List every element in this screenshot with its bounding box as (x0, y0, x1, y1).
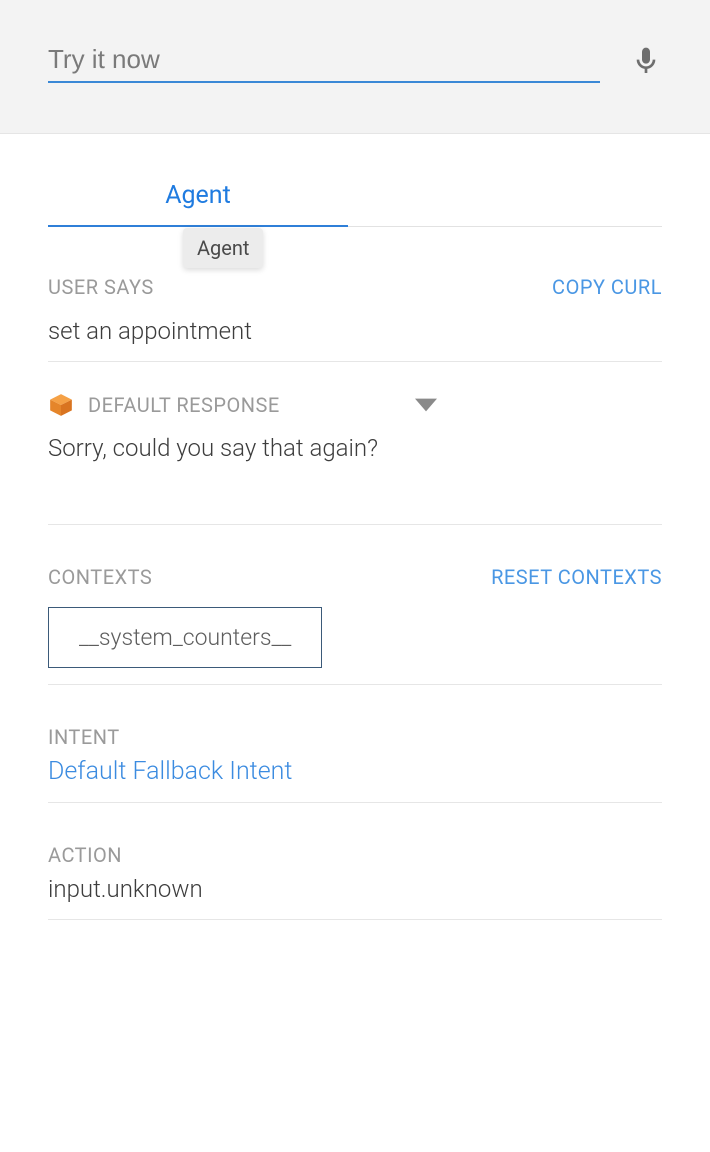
cube-icon (48, 392, 74, 418)
response-text: Sorry, could you say that again? (48, 432, 662, 524)
tab-agent[interactable]: Agent (48, 169, 348, 226)
intent-link[interactable]: Default Fallback Intent (48, 749, 662, 802)
contexts-label: CONTEXTS (48, 565, 152, 589)
intent-section: INTENT Default Fallback Intent (48, 685, 662, 803)
chevron-down-icon[interactable] (415, 398, 437, 412)
user-says-section: USER SAYS COPY CURL set an appointment (48, 227, 662, 362)
user-says-label: USER SAYS (48, 275, 154, 299)
tab-label: Agent (165, 181, 231, 210)
content-region: Agent Agent USER SAYS COPY CURL set an a… (0, 169, 710, 960)
reset-contexts-link[interactable]: RESET CONTEXTS (491, 565, 662, 589)
context-chip[interactable]: __system_counters__ (48, 607, 322, 668)
contexts-section: CONTEXTS RESET CONTEXTS __system_counter… (48, 525, 662, 685)
user-says-value: set an appointment (48, 309, 662, 361)
copy-curl-link[interactable]: COPY CURL (552, 275, 662, 299)
action-section: ACTION input.unknown (48, 803, 662, 920)
action-value: input.unknown (48, 867, 662, 919)
intent-label: INTENT (48, 725, 120, 749)
response-label: DEFAULT RESPONSE (88, 393, 401, 417)
action-label: ACTION (48, 843, 122, 867)
tabs-region: Agent Agent (48, 169, 662, 227)
search-input[interactable] (48, 38, 600, 83)
microphone-icon[interactable] (630, 40, 662, 82)
response-header: DEFAULT RESPONSE (48, 392, 662, 418)
search-wrap (48, 38, 600, 83)
tooltip: Agent (183, 228, 263, 268)
top-bar (0, 0, 710, 134)
tab-underline (48, 225, 348, 227)
